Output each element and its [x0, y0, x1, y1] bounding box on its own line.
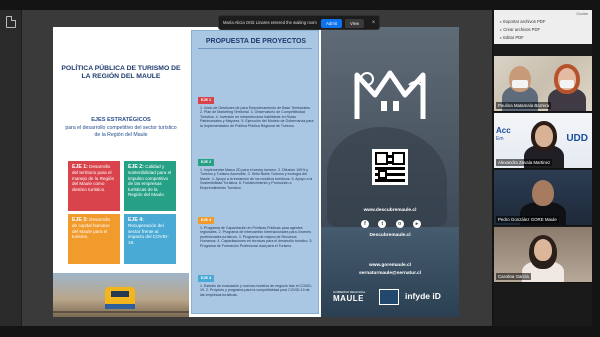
- section-eje-3-text: 1. Programa de Capacitación en Políticas…: [200, 226, 313, 248]
- gore-url: www.goremaule.cl: [369, 263, 411, 268]
- eje-3-label: EJE 3:: [72, 217, 88, 223]
- close-icon[interactable]: ×: [369, 19, 378, 28]
- participant-video-3[interactable]: Pedro González GORE Maule: [494, 170, 592, 226]
- background-logo-text: Acc: [496, 126, 511, 135]
- background-logo: Acc Em: [496, 127, 511, 143]
- participant-video-2[interactable]: Acc Em UDD Alexandra Zavala Martinez: [494, 113, 592, 169]
- waiting-room-notification: María Alicia Ortiz Linares entered the w…: [218, 15, 380, 30]
- export-pdf-item[interactable]: Exportar archivos PDF: [500, 19, 545, 24]
- brochure-title: POLÍTICA PÚBLICA DE TURISMO DE LA REGIÓN…: [61, 65, 181, 80]
- strategic-axes-heading: EJES ESTRATÉGICOS: [91, 117, 151, 123]
- brochure-left-panel: POLÍTICA PÚBLICA DE TURISMO DE LA REGIÓN…: [53, 27, 189, 317]
- section-eje-1-text: 1. Inicio de Gestiones de para Empoderam…: [200, 106, 314, 128]
- eje-4-label: EJE 4:: [128, 217, 144, 223]
- participant-name: Pedro González GORE Maule: [496, 216, 559, 223]
- section-eje-1-label: EJE 1: [198, 97, 214, 104]
- eje-3-box: EJE 3: Desarrollo de capital humano del …: [68, 214, 120, 264]
- admit-button[interactable]: Admit: [321, 19, 342, 28]
- train-image: [105, 287, 135, 309]
- strategic-axes-detail: para el desarrollo competitivo del secto…: [65, 125, 177, 138]
- participant-name: Alexandra Zavala Martinez: [496, 159, 553, 166]
- facebook-icon: f: [361, 220, 369, 228]
- rail-line: [53, 311, 189, 313]
- social-icons: f t o ▸: [361, 220, 421, 228]
- face-mask: [560, 80, 574, 88]
- participant-video-1[interactable]: Paulina Matamala Barrera: [494, 56, 592, 112]
- section-eje-2-label: EJE 2: [198, 159, 214, 166]
- pdf-page: POLÍTICA PÚBLICA DE TURISMO DE LA REGIÓN…: [53, 27, 459, 317]
- youtube-icon: ▸: [412, 220, 421, 228]
- government-seal-logo: [379, 289, 399, 305]
- eje-2-box: EJE 2: Calidad y sostenibilidad para el …: [124, 161, 176, 211]
- instagram-icon: o: [395, 220, 404, 228]
- brochure-middle-panel: PROPUESTA DE PROYECTOS EJE 1 1. Inicio d…: [191, 30, 319, 314]
- pdf-viewer: POLÍTICA PÚBLICA DE TURISMO DE LA REGIÓN…: [0, 10, 492, 326]
- participant-head: [535, 125, 553, 147]
- qr-code: [372, 149, 408, 185]
- section-eje-4-text: 1. Estudio de evaluación y nuevos modelo…: [200, 284, 313, 297]
- sernatur-email: sernaturmaule@sernatur.cl: [359, 271, 421, 276]
- page-thumbnails-icon[interactable]: [6, 16, 16, 28]
- participant-head: [534, 239, 552, 261]
- eje-1-box: EJE 1: Desarrollo del territorio para el…: [68, 161, 120, 211]
- section-eje-3-label: EJE 3: [198, 217, 214, 224]
- participant-head: [509, 66, 531, 92]
- eje-1-label: EJE 1:: [72, 164, 88, 170]
- divider: [198, 48, 312, 49]
- face-mask: [512, 80, 528, 88]
- left-toolbar: [0, 10, 22, 326]
- infyde-logo: infyde iD: [405, 291, 441, 301]
- descubre-maule-logo: [354, 70, 426, 119]
- participant-head: [532, 180, 554, 206]
- screen: POLÍTICA PÚBLICA DE TURISMO DE LA REGIÓN…: [0, 0, 600, 337]
- qr-pattern: [375, 152, 405, 182]
- eje-4-box: EJE 4: Recuperación del sector frente al…: [124, 214, 176, 264]
- brochure-right-panel: www.descubremaule.cl f t o ▸ Descubremau…: [321, 27, 459, 317]
- notification-text: María Alicia Ortiz Linares entered the w…: [223, 20, 317, 25]
- maule-logo-text: MAULE: [333, 294, 364, 303]
- section-eje-2-text: 1. Implementar Marco 2D para el sector t…: [200, 168, 313, 190]
- right-sidebar: Ocultar Exportar archivos PDF Crear arch…: [494, 10, 592, 326]
- projects-title: PROPUESTA DE PROYECTOS: [205, 38, 307, 45]
- participant-video-4[interactable]: Carolina García: [494, 227, 592, 283]
- udd-logo: UDD: [566, 133, 588, 144]
- train-photo: [53, 273, 189, 317]
- participant-name: Carolina García: [496, 273, 531, 280]
- twitter-icon: t: [378, 220, 387, 228]
- maule-logo: GOBIERNO REGIONAL MAULE: [333, 290, 366, 303]
- participant-name: Paulina Matamala Barrera: [496, 102, 552, 109]
- social-handle: Descubremaule.cl: [369, 233, 411, 238]
- eje-4-text: Recuperación del sector frente al impact…: [128, 223, 169, 245]
- eje-2-label: EJE 2:: [128, 164, 144, 170]
- edit-pdf-item[interactable]: Editar PDF: [500, 35, 523, 40]
- hide-panel-link[interactable]: Ocultar: [576, 12, 588, 16]
- background-logo-small: Em: [496, 136, 504, 142]
- create-pdf-item[interactable]: Crear archivos PDF: [500, 27, 540, 32]
- descubre-url: www.descubremaule.cl: [363, 208, 417, 213]
- view-button[interactable]: View: [345, 19, 364, 28]
- qr-corner: [378, 170, 387, 179]
- tools-panel: Ocultar Exportar archivos PDF Crear arch…: [494, 10, 592, 44]
- section-eje-4-label: EJE 4: [198, 275, 214, 282]
